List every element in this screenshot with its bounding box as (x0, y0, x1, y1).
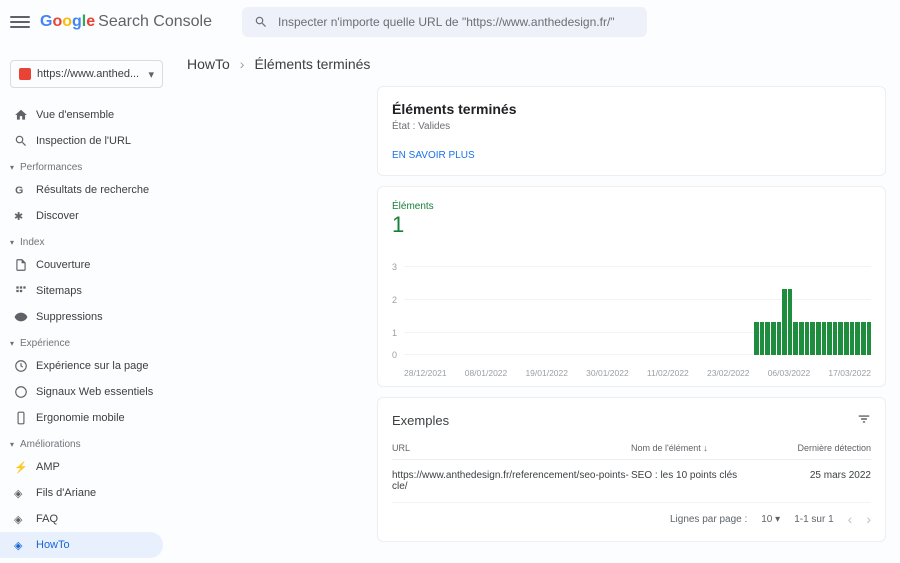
header-card: Éléments terminés État : Valides EN SAVO… (377, 86, 886, 176)
examples-card: Exemples URL Nom de l'élément ↓ Dernière… (377, 397, 886, 542)
sidebar-item-faq[interactable]: ◈FAQ (0, 506, 173, 532)
sidebar-item-inspect[interactable]: Inspection de l'URL (0, 128, 173, 154)
search-placeholder: Inspecter n'importe quelle URL de "https… (278, 15, 615, 29)
chart-bar[interactable] (788, 289, 793, 355)
section-enhancements[interactable]: ▾Améliorations (0, 431, 173, 454)
table-row[interactable]: https://www.anthedesign.fr/referencement… (392, 460, 871, 503)
chart-bar[interactable] (816, 322, 821, 355)
sidebar-item-removals[interactable]: Suppressions (0, 304, 173, 330)
breadcrumb-parent[interactable]: HowTo (187, 56, 230, 72)
metric-value: 1 (392, 212, 871, 238)
x-tick: 11/02/2022 (647, 368, 689, 378)
state-label: État : Valides (392, 121, 871, 132)
chart-bar[interactable] (799, 322, 804, 355)
x-tick: 28/12/2021 (404, 368, 447, 378)
x-tick: 06/03/2022 (768, 368, 811, 378)
sidebar-item-search-results[interactable]: GRésultats de recherche (0, 177, 173, 203)
sidebar-item-page-experience[interactable]: Expérience sur la page (0, 353, 173, 379)
sidebar-item-sitemaps[interactable]: Sitemaps (0, 278, 173, 304)
sidebar-item-web-vitals[interactable]: Signaux Web essentiels (0, 379, 173, 405)
chart-bar[interactable] (833, 322, 838, 355)
x-tick: 19/01/2022 (525, 368, 568, 378)
breadcrumb-current: Éléments terminés (254, 56, 370, 72)
chart-bar[interactable] (861, 322, 866, 355)
chart-bar[interactable] (810, 322, 815, 355)
sidebar-item-amp[interactable]: ⚡AMP (0, 454, 173, 480)
menu-icon[interactable] (10, 12, 30, 32)
chart-bar[interactable] (850, 322, 855, 355)
filter-icon[interactable] (857, 412, 871, 429)
search-icon (254, 15, 268, 29)
x-tick: 08/01/2022 (465, 368, 508, 378)
chart-bar[interactable] (771, 322, 776, 355)
rows-per-page-select[interactable]: 10 ▾ (761, 514, 780, 525)
next-page-icon[interactable]: › (866, 511, 871, 527)
site-icon (19, 68, 31, 80)
x-tick: 30/01/2022 (586, 368, 629, 378)
chart-bar[interactable] (844, 322, 849, 355)
page-range: 1-1 sur 1 (794, 514, 833, 525)
logo: GoogleSearch Console (40, 13, 212, 31)
chart-bar[interactable] (793, 322, 798, 355)
col-url[interactable]: URL (392, 443, 631, 453)
chevron-down-icon: ▾ (148, 68, 154, 81)
metric-label: Éléments (392, 201, 871, 212)
chart-bar[interactable] (867, 322, 872, 355)
chart-bar[interactable] (782, 289, 787, 355)
page-title: Éléments terminés (392, 101, 871, 117)
col-date[interactable]: Dernière détection (781, 443, 871, 453)
col-name[interactable]: Nom de l'élément ↓ (631, 443, 781, 453)
chart-bar[interactable] (827, 322, 832, 355)
domain-selector[interactable]: https://www.anthed... ▾ (10, 60, 163, 88)
sidebar-item-howto[interactable]: ◈HowTo (0, 532, 163, 558)
svg-text:G: G (15, 185, 23, 197)
pager: Lignes par page : 10 ▾ 1-1 sur 1 ‹ › (392, 503, 871, 527)
sidebar-item-breadcrumbs[interactable]: ◈Fils d'Ariane (0, 480, 173, 506)
learn-more-link[interactable]: EN SAVOIR PLUS (392, 150, 871, 161)
chart-bar[interactable] (822, 322, 827, 355)
domain-text: https://www.anthed... (37, 68, 139, 80)
section-experience[interactable]: ▾Expérience (0, 330, 173, 353)
sidebar-item-overview[interactable]: Vue d'ensemble (0, 102, 173, 128)
chart-bar[interactable] (805, 322, 810, 355)
sidebar-item-mobile[interactable]: Ergonomie mobile (0, 405, 173, 431)
chart-bar[interactable] (754, 322, 759, 355)
breadcrumb: HowTo › Éléments terminés (187, 56, 886, 72)
main: HowTo › Éléments terminés Éléments termi… (173, 44, 900, 563)
x-tick: 23/02/2022 (707, 368, 750, 378)
prev-page-icon[interactable]: ‹ (848, 511, 853, 527)
examples-title: Exemples (392, 413, 449, 428)
search-input[interactable]: Inspecter n'importe quelle URL de "https… (242, 7, 647, 37)
table-header: URL Nom de l'élément ↓ Dernière détectio… (392, 443, 871, 460)
chart-bar[interactable] (765, 322, 770, 355)
chevron-right-icon: › (240, 56, 245, 72)
sidebar: https://www.anthed... ▾ Vue d'ensemble I… (0, 44, 173, 563)
section-performances[interactable]: ▾Performances (0, 154, 173, 177)
section-index[interactable]: ▾Index (0, 229, 173, 252)
chart-bar[interactable] (855, 322, 860, 355)
x-tick: 17/03/2022 (828, 368, 871, 378)
chart-bar[interactable] (838, 322, 843, 355)
chart-bar[interactable] (777, 322, 782, 355)
sidebar-item-discover[interactable]: ✱Discover (0, 203, 173, 229)
chart: 3 2 1 0 (404, 256, 871, 366)
sidebar-item-coverage[interactable]: Couverture (0, 252, 173, 278)
chart-card: Éléments 1 3 2 1 0 28/12/2021 08/01/2022 1… (377, 186, 886, 387)
chart-bar[interactable] (760, 322, 765, 355)
rows-per-page-label: Lignes par page : (670, 514, 747, 525)
